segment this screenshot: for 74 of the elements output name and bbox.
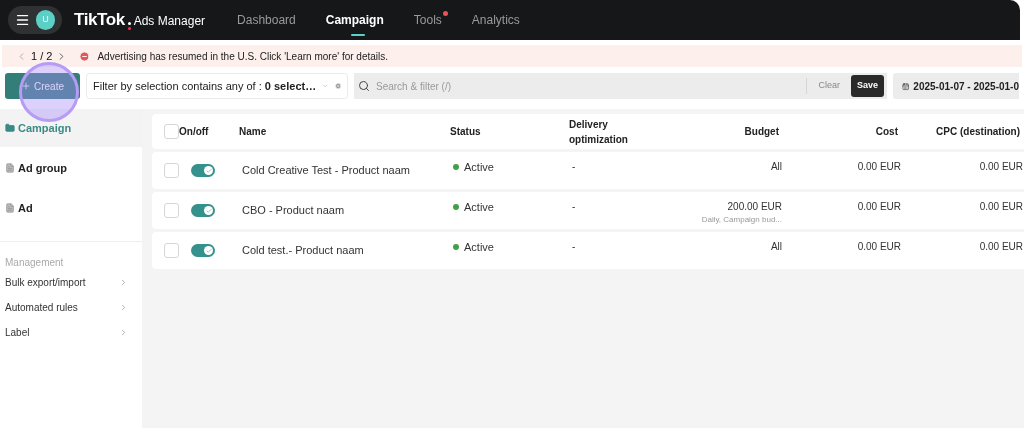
calendar-icon — [902, 80, 910, 92]
table-cell: 0.00 EUR — [857, 241, 901, 252]
document-icon — [5, 163, 15, 173]
search-icon — [358, 80, 370, 92]
table-row[interactable]: Cold Creative Test - Product naam Active - All 0.00 EUR 0.00 EUR — [152, 152, 1024, 189]
table-cell-text: Active — [464, 160, 494, 175]
sidebar-level[interactable]: Ad — [0, 189, 142, 227]
sidebar-link[interactable]: Label — [0, 320, 142, 345]
column-header[interactable]: Delivery optimization — [569, 116, 659, 147]
checkbox[interactable] — [164, 124, 179, 139]
nav-tab[interactable]: Dashboard — [237, 0, 302, 40]
filter-dropdown[interactable]: Filter by selection contains any of : 0 select… — [86, 73, 348, 99]
table-cell-text: Active — [464, 240, 494, 255]
column-header[interactable]: On/off — [179, 124, 209, 139]
checkbox[interactable] — [164, 243, 179, 258]
column-header[interactable]: Budget — [744, 124, 779, 139]
check-icon — [205, 167, 212, 174]
table-cell: 0.00 EUR — [857, 161, 901, 172]
column-header[interactable]: Status — [450, 124, 481, 139]
nav-tab[interactable]: Campaign — [325, 0, 390, 40]
table-cell-text: All — [770, 240, 782, 254]
banner-message: Advertising has resumed in the U.S. Click 'Learn more' for details. — [97, 49, 389, 64]
table-cell-text: 200.00 EUR — [727, 200, 782, 214]
nav-tab[interactable]: Tools — [413, 0, 448, 40]
click-indicator — [19, 62, 79, 122]
document-icon — [5, 203, 15, 213]
plus-icon — [21, 81, 31, 91]
table-cell: - — [572, 241, 576, 252]
product-name: Ads Manager — [133, 13, 206, 31]
check-icon — [205, 247, 212, 254]
chevron-right-icon — [119, 328, 128, 337]
table-row[interactable]: Cold test.- Product naam Active - All 0.00 EUR 0.00 EUR — [152, 232, 1024, 269]
table-cell-text: Cold test.- Product naam — [242, 243, 364, 259]
checkbox[interactable] — [164, 163, 179, 178]
table-cell: - — [572, 201, 576, 212]
logo: TikTok — [74, 9, 125, 32]
table-row[interactable]: CBO - Product naam Active - 200.00 EUR Daily, Campaign bud... 0.00 EUR 0.00 EUR — [152, 192, 1024, 229]
sidebar-level[interactable]: Ad group — [0, 149, 142, 187]
section-title: Management — [4, 256, 65, 270]
clear-filter-icon[interactable] — [334, 81, 341, 91]
column-header[interactable]: CPC (destination) — [936, 124, 1020, 139]
pager: 1 / 2 — [31, 48, 53, 64]
nav-tab[interactable]: Analytics — [471, 0, 526, 40]
save-button[interactable]: Save — [850, 75, 884, 97]
column-header[interactable]: Name — [239, 124, 267, 139]
logo-dot-icon — [127, 22, 131, 31]
table-cell-text: All — [770, 160, 782, 174]
avatar: U — [36, 10, 55, 30]
toggle-switch[interactable] — [191, 204, 215, 217]
table-cell-text: Cold Creative Test - Product naam — [242, 163, 410, 179]
table-cell: - — [572, 161, 576, 172]
alert-icon — [79, 50, 91, 62]
search-field[interactable]: Search & filter (/) Clear Save — [354, 73, 887, 99]
table-cell-text: CBO - Product naam — [242, 203, 345, 219]
folder-icon — [5, 123, 15, 133]
table-cell-text: Active — [464, 200, 494, 215]
table-cell: 0.00 EUR — [857, 201, 901, 212]
table-cell: 0.00 EUR — [979, 161, 1023, 172]
sidebar-link[interactable]: Automated rules — [0, 295, 142, 320]
date-picker[interactable]: 2025-01-07 - 2025-01-0 — [893, 73, 1019, 99]
column-header[interactable]: Cost — [875, 124, 898, 139]
chevron-right-icon — [119, 278, 128, 287]
check-icon — [205, 207, 212, 214]
sidebar-link[interactable]: Bulk export/import — [0, 270, 142, 295]
toggle-switch[interactable] — [191, 164, 215, 177]
checkbox[interactable] — [164, 203, 179, 218]
table-cell: 0.00 EUR — [979, 201, 1023, 212]
table-cell: 0.00 EUR — [979, 241, 1023, 252]
menu-icon — [15, 12, 31, 28]
sidebar-level[interactable]: Campaign — [0, 109, 142, 147]
toggle-switch[interactable] — [191, 244, 215, 257]
budget-note: Daily, Campaign bud... — [701, 214, 782, 226]
filter-text: Filter by selection contains any of : 0 select… — [93, 78, 317, 94]
chevron-right-icon — [119, 303, 128, 312]
